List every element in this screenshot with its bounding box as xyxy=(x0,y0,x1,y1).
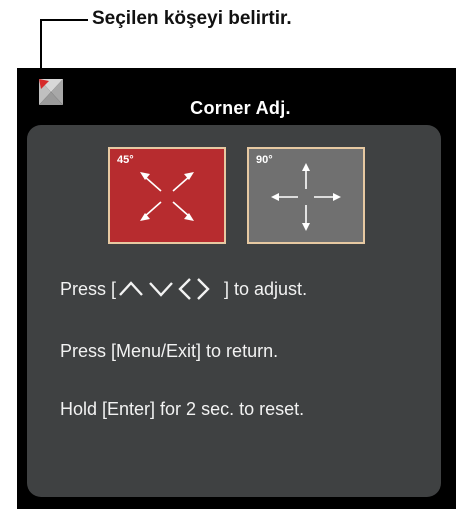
instruction-return: Press [Menu/Exit] to return. xyxy=(60,341,279,361)
instruction-adjust-suffix: ] to adjust. xyxy=(224,278,308,299)
arrow-right-icon xyxy=(197,278,210,300)
corner-adjust-osd: Corner Adj. 45° 90° Press [] to adjust.… xyxy=(17,68,456,509)
option-90-degree[interactable]: 90° xyxy=(247,147,365,244)
arrow-down-icon xyxy=(149,282,173,297)
osd-title: Corner Adj. xyxy=(190,98,291,118)
straight-arrows-icon xyxy=(271,163,341,231)
navigation-keys-icon xyxy=(119,278,210,300)
instruction-reset: Hold [Enter] for 2 sec. to reset. xyxy=(60,399,305,419)
diagonal-arrows-icon xyxy=(140,172,194,221)
instruction-adjust-prefix: Press [ xyxy=(60,278,117,299)
osd-panel: 45° 90° Press [] to adjust. Press [Menu… xyxy=(27,125,441,497)
callout-line-horizontal xyxy=(40,19,88,21)
callout-label: Seçilen köşeyi belirtir. xyxy=(92,8,292,29)
arrow-up-icon xyxy=(119,281,143,296)
instruction-adjust: Press [ ] to adjust. xyxy=(60,277,307,301)
option-45-degree[interactable]: 45° xyxy=(108,147,226,244)
arrow-left-icon xyxy=(178,278,191,300)
